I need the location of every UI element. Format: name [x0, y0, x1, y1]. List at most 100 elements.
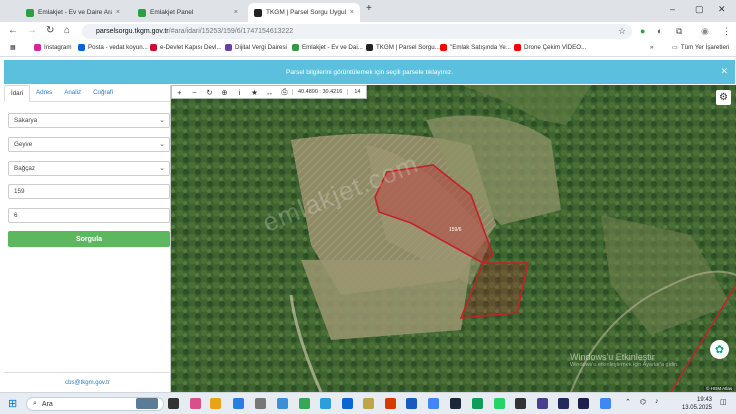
chrome-icon[interactable] — [428, 398, 439, 409]
extension-icon[interactable]: ● — [640, 26, 645, 36]
bookmark-emlakjet[interactable]: Emlakjet - Ev ve Dai... — [292, 44, 363, 51]
home-icon[interactable]: ⌂ — [64, 25, 70, 36]
menu-icon[interactable]: ⋮ — [722, 26, 731, 37]
task-view-icon[interactable] — [168, 398, 179, 409]
network-icon[interactable]: ⌬ — [640, 398, 646, 406]
satellite-map[interactable]: 159/6 — [171, 85, 736, 392]
bookmark-posta[interactable]: Posta - vedat koyun... — [78, 44, 148, 51]
url-field[interactable]: parselsorgu.tkgm.gov.tr /#ara/idari/1525… — [82, 24, 632, 39]
star-icon[interactable]: ☆ — [618, 26, 626, 37]
puzzle-icon[interactable]: ⧉ — [676, 26, 682, 37]
close-icon[interactable]: × — [350, 9, 354, 16]
tab-title: Emlakjet - Ev ve Daire Aramanın — [38, 9, 112, 16]
apps-icon[interactable]: ▦ — [10, 44, 16, 51]
tab-analiz[interactable]: Analiz — [58, 85, 87, 101]
locate-icon[interactable]: ⊕ — [217, 88, 232, 97]
browser-tab-strip: Emlakjet - Ev ve Daire Aramanın × Emlakj… — [0, 0, 736, 22]
widget-icon[interactable] — [136, 398, 158, 409]
bookmark-label: e-Devlet Kapısı Devl... — [160, 44, 222, 51]
extension-icon[interactable]: ◐ — [657, 26, 662, 36]
powerpoint-icon[interactable] — [385, 398, 396, 409]
back-icon[interactable]: ← — [8, 25, 18, 36]
folder-icon: ▭ — [672, 44, 678, 51]
parcel-input[interactable]: 6 — [8, 208, 170, 223]
bookmark-vergi[interactable]: Dijital Vergi Dairesi — [225, 44, 287, 51]
forward-icon[interactable]: → — [27, 25, 37, 36]
app-icon[interactable] — [472, 398, 483, 409]
bookmark-youtube-emlak[interactable]: "Emlak Satışında Ye... — [440, 44, 511, 51]
whatsapp-icon[interactable] — [494, 398, 505, 409]
system-clock[interactable]: 19:43 13.05.2025 — [680, 396, 712, 412]
tab-emlakjet-panel[interactable]: Emlakjet Panel × — [132, 3, 244, 22]
edge-icon[interactable] — [233, 398, 244, 409]
close-icon[interactable]: × — [234, 9, 238, 16]
emlakjet-icon — [26, 8, 34, 17]
province-select[interactable]: Sakarya ⌄ — [8, 113, 170, 128]
bookmark-instagram[interactable]: Instagram — [34, 44, 72, 51]
refresh-icon[interactable]: ↻ — [202, 88, 217, 97]
all-bookmarks[interactable]: ▭ Tüm Yer İşaretleri — [672, 44, 729, 51]
telegram-icon[interactable] — [320, 398, 331, 409]
tab-emlakjet-search[interactable]: Emlakjet - Ev ve Daire Aramanın × — [20, 3, 126, 22]
new-tab-button[interactable]: + — [366, 3, 372, 14]
bookmark-youtube-drone[interactable]: Drone Çekim VİDEO... — [514, 44, 586, 51]
app-icon[interactable] — [363, 398, 374, 409]
chrome-icon[interactable] — [600, 398, 611, 409]
block-input[interactable]: 159 — [8, 184, 170, 199]
district-select[interactable]: Geyve ⌄ — [8, 137, 170, 152]
maximize-icon[interactable]: ▢ — [695, 4, 704, 15]
star-icon[interactable]: ★ — [247, 88, 262, 97]
contact-email[interactable]: cbs@tkgm.gov.tr — [4, 372, 171, 393]
assistant-icon[interactable]: ✿ — [710, 340, 729, 359]
tab-adres[interactable]: Adres — [30, 85, 58, 101]
query-button[interactable]: Sorgula — [8, 231, 170, 247]
minimize-icon[interactable]: – — [670, 4, 675, 14]
camera-icon[interactable] — [255, 398, 266, 409]
volume-icon[interactable]: ♪ — [655, 398, 659, 405]
clock-date: 13.05.2025 — [681, 405, 712, 411]
app-icon[interactable] — [342, 398, 353, 409]
app-icon[interactable] — [515, 398, 526, 409]
app-icon[interactable] — [190, 398, 201, 409]
avatar[interactable]: ◉ — [701, 26, 709, 37]
tab-cografi[interactable]: Coğrafi — [87, 85, 119, 101]
bookmark-label: Posta - vedat koyun... — [88, 44, 148, 51]
email-link[interactable]: cbs@tkgm.gov.tr — [65, 380, 110, 386]
zoom-out-icon[interactable]: − — [187, 88, 202, 97]
gear-icon[interactable]: ⚙ — [716, 90, 731, 105]
close-window-icon[interactable]: ✕ — [718, 4, 726, 15]
tab-idari[interactable]: İdari — [4, 85, 31, 102]
premiere-icon[interactable] — [537, 398, 548, 409]
windows-activation-notice: Windows'u Etkinleştir Windows'u etkinleş… — [570, 352, 679, 368]
tax-icon — [225, 44, 232, 51]
measure-icon[interactable]: ↔ — [262, 88, 277, 97]
parcel-label: 159/6 — [449, 227, 462, 233]
bookmark-tkgm[interactable]: TKGM | Parsel Sorgu... — [366, 44, 440, 51]
coordinate-readout: 40.4890 : 30.4216 — [292, 89, 347, 95]
info-icon[interactable]: i — [232, 88, 247, 97]
notification-icon[interactable]: ◫ — [720, 398, 727, 406]
tab-tkgm[interactable]: TKGM | Parsel Sorgu Uygulaması × — [248, 3, 360, 22]
file-explorer-icon[interactable] — [210, 398, 221, 409]
print-icon[interactable]: ⎙ — [277, 87, 292, 97]
edevlet-icon — [150, 44, 157, 51]
bookmark-edevlet[interactable]: e-Devlet Kapısı Devl... — [150, 44, 222, 51]
close-icon[interactable]: ✕ — [720, 66, 728, 77]
chevron-up-icon[interactable]: ⌃ — [625, 398, 631, 406]
neighborhood-select[interactable]: Bağçaz ⌄ — [8, 161, 170, 176]
after-effects-icon[interactable] — [578, 398, 589, 409]
chevron-down-icon: ⌄ — [159, 141, 165, 148]
bookmark-label: Drone Çekim VİDEO... — [524, 44, 587, 51]
word-icon[interactable] — [406, 398, 417, 409]
zoom-in-icon[interactable]: + — [172, 88, 187, 97]
steam-icon[interactable] — [450, 398, 461, 409]
chevron-right-icon[interactable]: » — [650, 44, 653, 51]
app-icon[interactable] — [277, 398, 288, 409]
zoom-level: 14 — [347, 89, 366, 95]
media-encoder-icon[interactable] — [558, 398, 569, 409]
reload-icon[interactable]: ↻ — [46, 25, 54, 36]
close-icon[interactable]: × — [116, 9, 120, 16]
windows-start-icon[interactable]: ⊞ — [8, 397, 17, 410]
select-value: Bağçaz — [14, 165, 36, 172]
app-icon[interactable] — [299, 398, 310, 409]
